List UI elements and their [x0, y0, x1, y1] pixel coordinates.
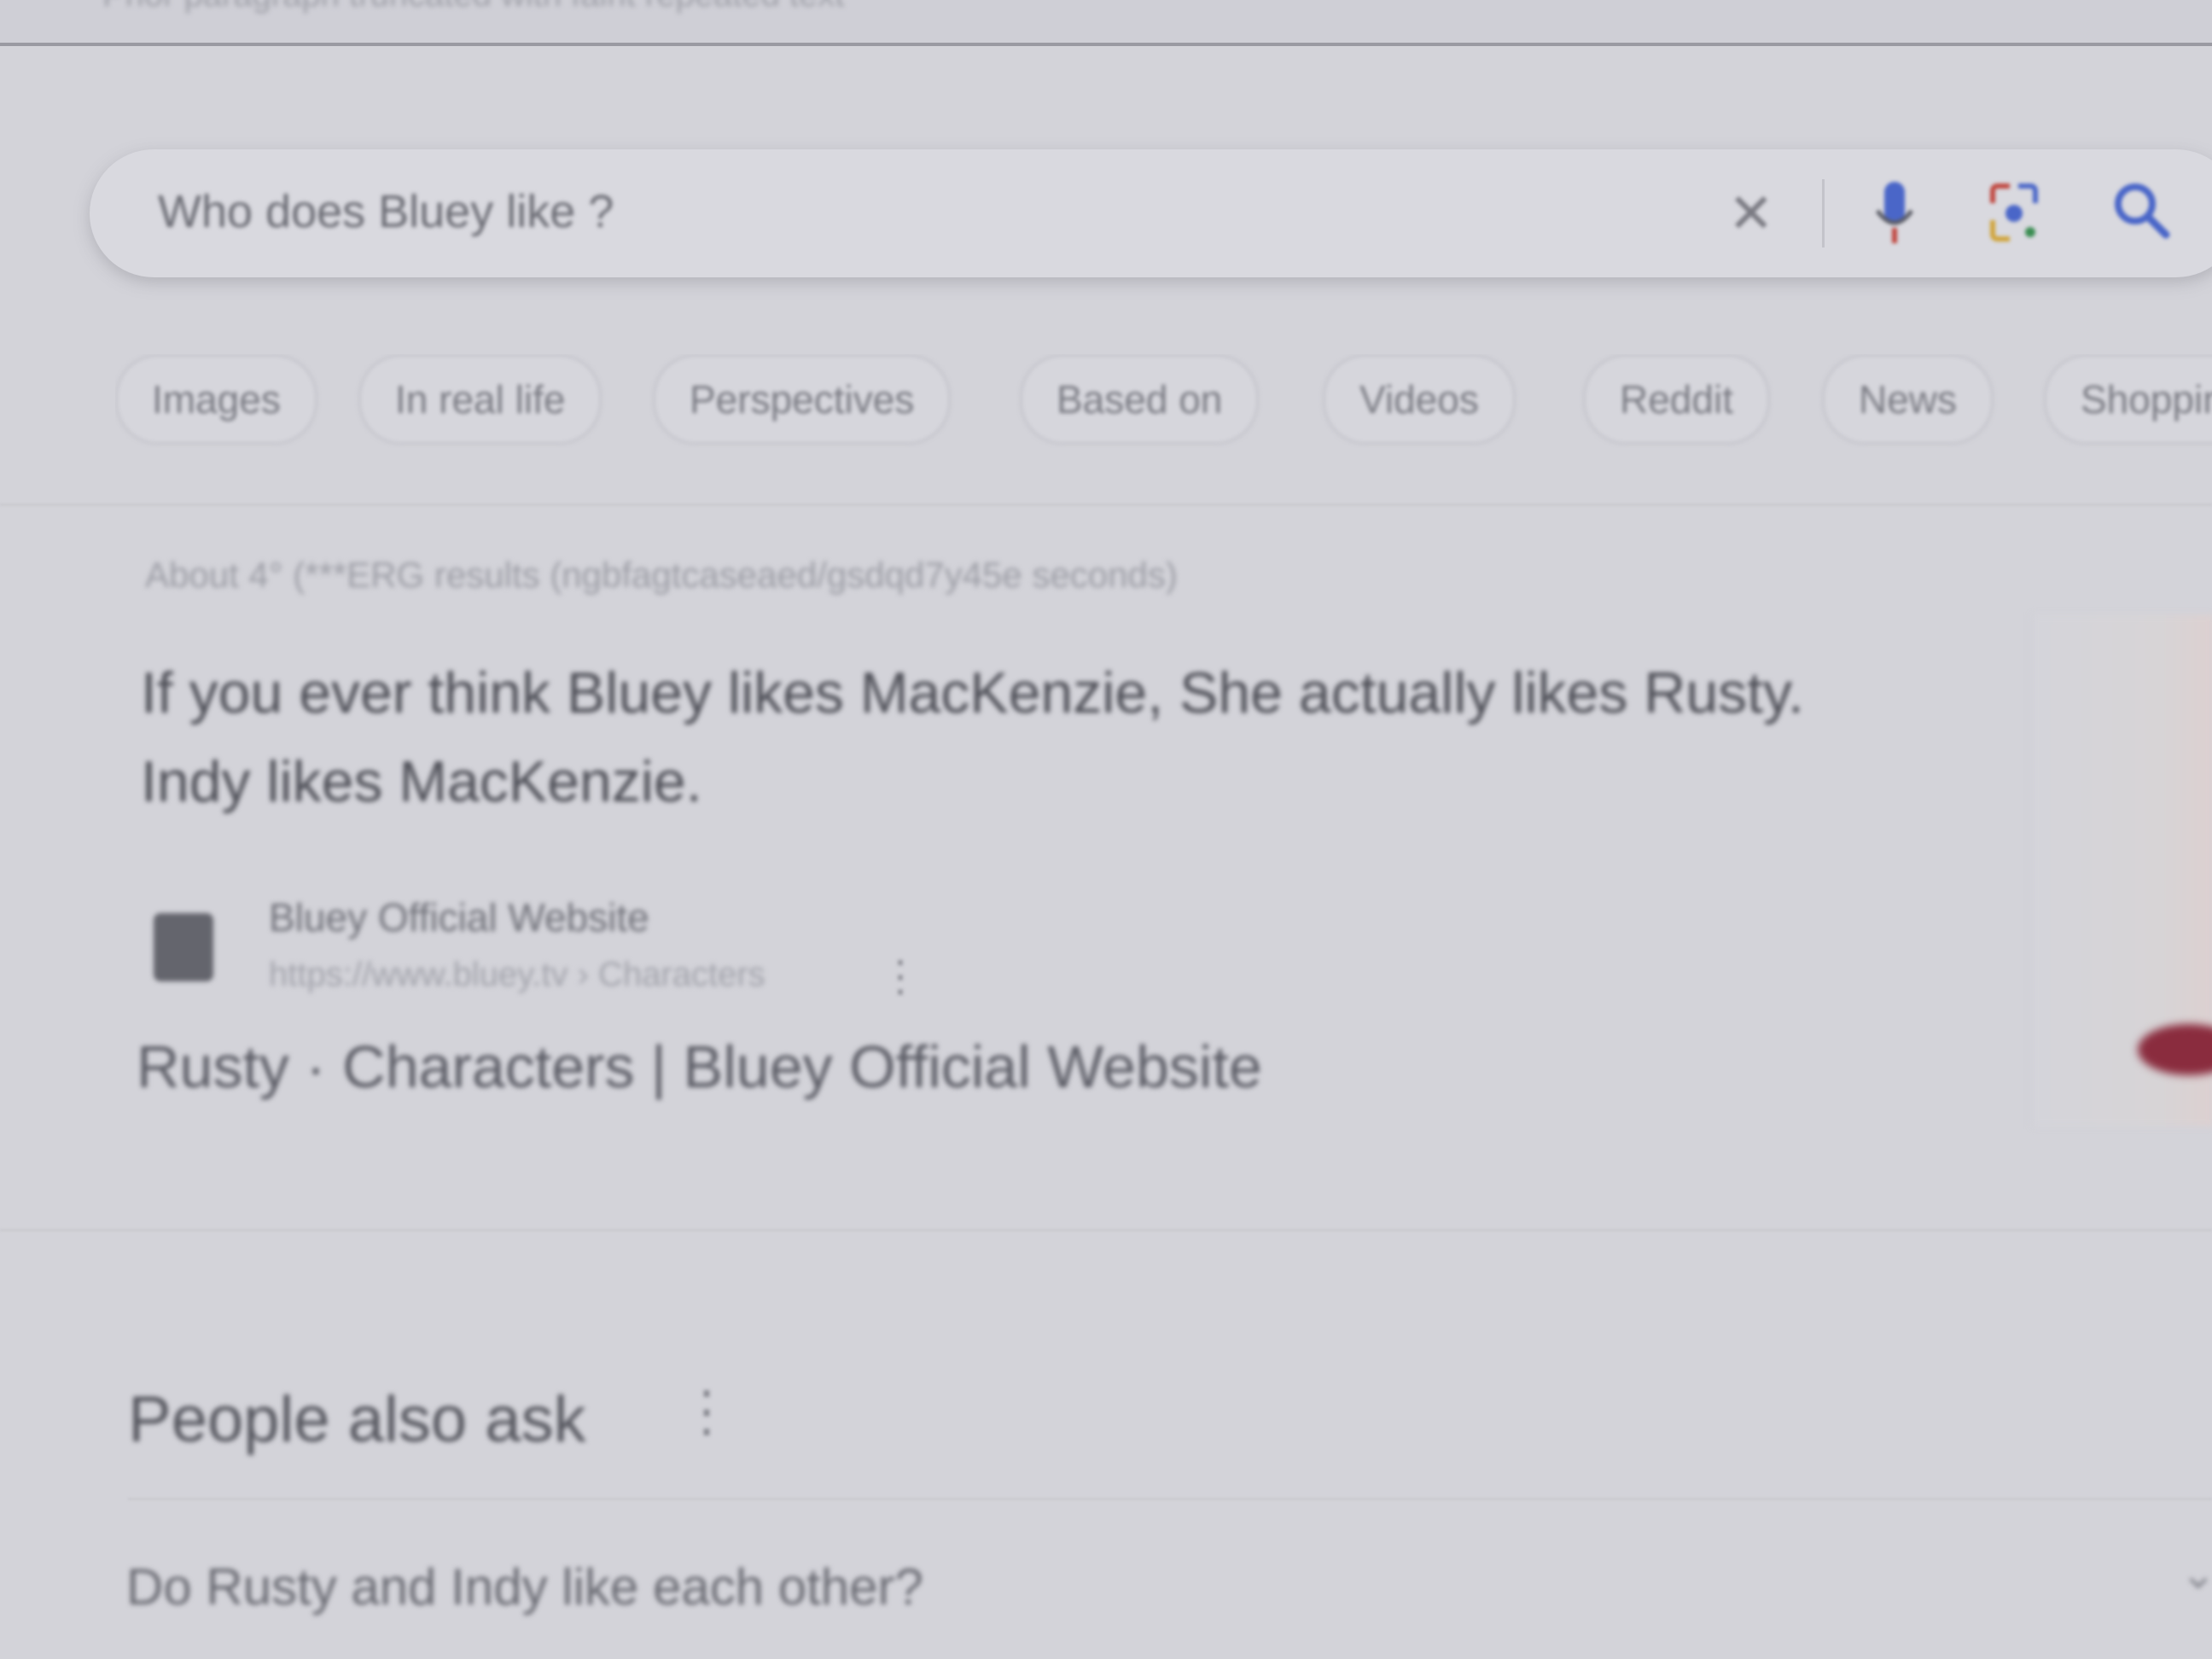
more-options-icon[interactable]: ⋮	[879, 952, 922, 1001]
search-divider	[1822, 179, 1825, 247]
result-title-link[interactable]: Rusty · Characters | Bluey Official Webs…	[137, 1033, 1262, 1101]
top-bar: Prior paragraph truncated with faint rep…	[0, 0, 2212, 46]
paa-divider	[128, 1498, 2212, 1500]
close-icon[interactable]: ✕	[1728, 183, 1788, 243]
source-url[interactable]: https://www.bluey.tv › Characters	[269, 956, 765, 994]
chip-in-real-life[interactable]: In real life	[358, 354, 602, 445]
paa-question[interactable]: Do Rusty and Indy like each other?	[126, 1557, 923, 1616]
camera-lens-icon[interactable]	[1984, 179, 2044, 247]
microphone-icon[interactable]	[1869, 175, 1920, 252]
chip-news[interactable]: News	[1822, 354, 1994, 445]
snippet-line-2: Indy likes MacKenzie.	[141, 749, 702, 814]
chevron-down-icon[interactable]: ⌄	[2180, 1549, 2212, 1598]
search-box[interactable]: Who does Bluey like ? ✕	[90, 149, 2212, 277]
top-bar-text: Prior paragraph truncated with faint rep…	[102, 0, 844, 15]
source-site-name[interactable]: Bluey Official Website	[269, 894, 649, 940]
search-input[interactable]: Who does Bluey like ?	[158, 185, 614, 238]
site-favicon	[154, 913, 213, 981]
featured-snippet: If you ever think Bluey likes MacKenzie,…	[141, 649, 1976, 826]
snippet-line-1: If you ever think Bluey likes MacKenzie,…	[141, 661, 1804, 725]
people-also-ask-menu-icon[interactable]: ⋮	[678, 1378, 735, 1444]
chip-videos[interactable]: Videos	[1323, 354, 1516, 445]
search-icon[interactable]	[2108, 177, 2176, 245]
filter-chips: Images In real life Perspectives Based o…	[115, 354, 2212, 448]
chip-perspectives[interactable]: Perspectives	[653, 354, 952, 445]
people-also-ask-title: People also ask	[128, 1383, 586, 1456]
results-divider	[0, 504, 2212, 506]
section-divider	[0, 1229, 2212, 1231]
results-stats: About 4° (***ERG results (ngbfagtcaseaed…	[145, 555, 1178, 595]
chip-shopping[interactable]: Shopping	[2044, 354, 2212, 445]
chip-reddit[interactable]: Reddit	[1583, 354, 1770, 445]
chip-based-on[interactable]: Based on	[1020, 354, 1260, 445]
chip-images[interactable]: Images	[115, 354, 317, 445]
